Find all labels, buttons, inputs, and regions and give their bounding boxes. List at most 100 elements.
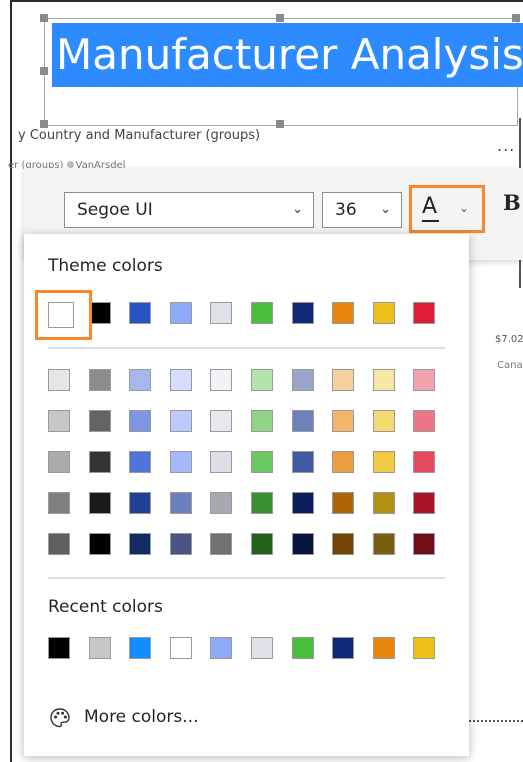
color-swatch[interactable] — [88, 492, 111, 514]
color-swatch[interactable] — [372, 492, 395, 514]
color-swatch[interactable] — [251, 369, 273, 391]
color-swatch[interactable] — [48, 533, 70, 555]
color-swatch[interactable] — [48, 369, 70, 391]
chart-dotted-line — [469, 720, 523, 722]
color-swatch[interactable] — [129, 637, 152, 659]
selected-swatch-highlight — [35, 290, 92, 340]
color-swatch[interactable] — [129, 492, 152, 514]
color-swatch[interactable] — [372, 410, 395, 432]
recent-colors-separator — [48, 577, 445, 579]
color-swatch[interactable] — [332, 492, 355, 514]
legend-dot — [66, 161, 74, 168]
color-swatch[interactable] — [169, 451, 192, 473]
color-swatch[interactable] — [129, 369, 152, 391]
color-swatch[interactable] — [210, 533, 233, 555]
chart-category-label: Cana — [497, 360, 523, 371]
chevron-down-icon: ⌄ — [380, 202, 391, 217]
color-swatch[interactable] — [413, 302, 436, 324]
canvas-top-edge — [10, 0, 523, 2]
color-swatch[interactable] — [372, 533, 395, 555]
color-swatch[interactable] — [129, 533, 152, 555]
theme-colors-separator — [48, 347, 445, 349]
resize-handle-top-left[interactable] — [40, 14, 48, 22]
color-swatch[interactable] — [210, 451, 233, 473]
color-swatch[interactable] — [332, 369, 355, 391]
color-swatch[interactable] — [413, 451, 436, 473]
color-swatch[interactable] — [251, 533, 273, 555]
color-swatch[interactable] — [48, 410, 70, 432]
color-swatch[interactable] — [413, 637, 436, 659]
color-swatch[interactable] — [210, 410, 233, 432]
color-swatch[interactable] — [413, 533, 436, 555]
font-color-button[interactable]: A ⌄ — [409, 185, 485, 233]
color-swatch[interactable] — [210, 637, 233, 659]
color-swatch[interactable] — [291, 533, 314, 555]
color-swatch[interactable] — [88, 451, 111, 473]
resize-handle-top-right[interactable] — [512, 14, 520, 22]
color-swatch[interactable] — [169, 492, 192, 514]
color-swatch[interactable] — [88, 637, 111, 659]
font-size-value: 36 — [335, 200, 357, 220]
color-swatch[interactable] — [291, 369, 314, 391]
color-swatch[interactable] — [332, 637, 355, 659]
resize-handle-top-center[interactable] — [276, 14, 284, 22]
color-swatch[interactable] — [332, 451, 355, 473]
color-swatch[interactable] — [169, 410, 192, 432]
color-swatch[interactable] — [129, 451, 152, 473]
color-swatch[interactable] — [372, 451, 395, 473]
color-swatch[interactable] — [169, 637, 192, 659]
color-swatch[interactable] — [88, 369, 111, 391]
color-swatch[interactable] — [332, 410, 355, 432]
color-swatch[interactable] — [251, 302, 273, 324]
color-swatch[interactable] — [251, 637, 273, 659]
color-swatch[interactable] — [332, 302, 355, 324]
color-swatch[interactable] — [129, 410, 152, 432]
theme-colors-heading: Theme colors — [48, 256, 163, 276]
color-swatch[interactable] — [169, 369, 192, 391]
color-swatch[interactable] — [169, 302, 192, 324]
color-swatch[interactable] — [332, 533, 355, 555]
resize-handle-bottom-left[interactable] — [40, 120, 48, 128]
chart-data-label: $7.02 — [495, 334, 523, 345]
color-swatch[interactable] — [251, 451, 273, 473]
color-swatch[interactable] — [291, 637, 314, 659]
font-family-value: Segoe UI — [77, 200, 153, 220]
chevron-down-icon: ⌄ — [459, 201, 470, 215]
chart-subtitle: y Country and Manufacturer (groups) — [18, 128, 261, 143]
color-swatch[interactable] — [48, 492, 70, 514]
color-swatch[interactable] — [372, 302, 395, 324]
color-swatch[interactable] — [413, 492, 436, 514]
font-family-select[interactable]: Segoe UI ⌄ — [64, 192, 314, 228]
color-swatch[interactable] — [88, 410, 111, 432]
color-swatch[interactable] — [210, 369, 233, 391]
color-swatch[interactable] — [372, 369, 395, 391]
bold-button[interactable]: B — [503, 190, 521, 215]
canvas-left-edge — [10, 0, 12, 762]
font-color-icon: A — [422, 194, 438, 219]
color-swatch[interactable] — [210, 492, 233, 514]
chevron-down-icon: ⌄ — [292, 202, 303, 217]
color-swatch[interactable] — [88, 533, 111, 555]
color-swatch[interactable] — [48, 451, 70, 473]
color-swatch[interactable] — [210, 302, 233, 324]
color-picker-flyout: Theme colors Recent colors More colors..… — [24, 234, 469, 756]
resize-handle-middle-left[interactable] — [40, 67, 48, 75]
color-swatch[interactable] — [291, 451, 314, 473]
color-swatch[interactable] — [169, 533, 192, 555]
color-swatch[interactable] — [413, 369, 436, 391]
color-swatch[interactable] — [129, 302, 152, 324]
color-swatch[interactable] — [251, 410, 273, 432]
more-options-ellipsis[interactable]: ... — [497, 136, 515, 155]
recent-colors-heading: Recent colors — [48, 597, 163, 617]
font-size-select[interactable]: 36 ⌄ — [322, 192, 402, 228]
report-title-text[interactable]: Manufacturer Analysis — [52, 23, 523, 87]
color-swatch[interactable] — [291, 492, 314, 514]
color-swatch[interactable] — [251, 492, 273, 514]
color-swatch[interactable] — [48, 637, 70, 659]
color-swatch[interactable] — [413, 410, 436, 432]
font-color-swatch-bar — [422, 220, 439, 222]
color-swatch[interactable] — [372, 637, 395, 659]
color-swatch[interactable] — [291, 302, 314, 324]
resize-handle-bottom-center[interactable] — [276, 120, 284, 128]
color-swatch[interactable] — [291, 410, 314, 432]
